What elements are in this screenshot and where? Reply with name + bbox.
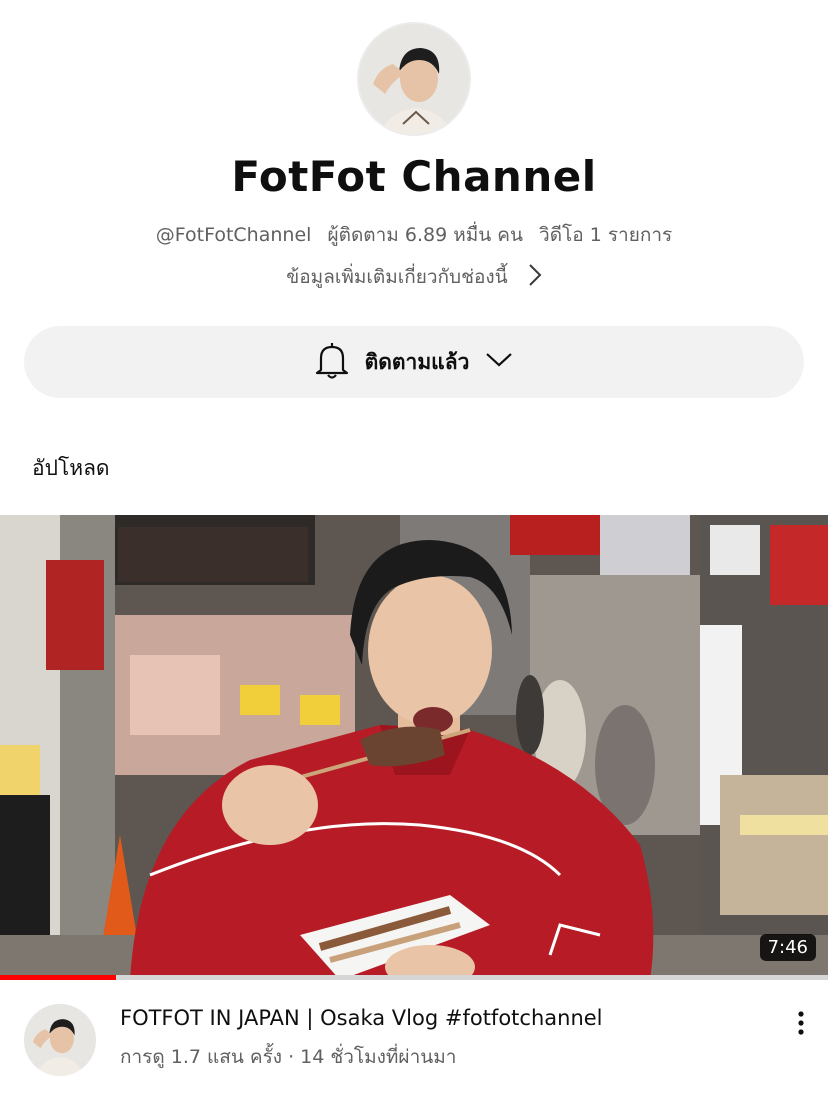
channel-handle: @FotFotChannel — [155, 224, 312, 246]
channel-avatar[interactable] — [357, 22, 471, 136]
video-count: วิดีโอ 1 รายการ — [539, 224, 673, 246]
video-views: การดู 1.7 แสน ครั้ง — [120, 1046, 283, 1068]
video-thumbnail[interactable] — [0, 515, 828, 980]
subscriber-count: ผู้ติดตาม 6.89 หมื่น คน — [327, 224, 523, 246]
video-age: 14 ชั่วโมงที่ผ่านมา — [300, 1046, 457, 1068]
channel-avatar-image — [359, 24, 469, 134]
uploads-section-label: อัปโหลด — [32, 456, 110, 480]
channel-avatar-image — [24, 1004, 96, 1076]
video-duration-badge: 7:46 — [759, 934, 816, 961]
watch-progress-bar — [0, 975, 828, 980]
video-meta: การดู 1.7 แสน ครั้ง · 14 ชั่วโมงที่ผ่านมา — [120, 1042, 456, 1072]
chevron-right-icon — [528, 263, 542, 292]
video-channel-avatar[interactable] — [24, 1004, 96, 1076]
watch-progress-fill — [0, 975, 116, 980]
video-title[interactable]: FOTFOT IN JAPAN | Osaka Vlog #fotfotchan… — [120, 1006, 760, 1030]
thumbnail-image — [0, 515, 828, 980]
chevron-down-icon — [485, 352, 513, 372]
subscribed-button[interactable]: ติดตามแล้ว — [24, 326, 804, 398]
bell-icon — [315, 340, 349, 384]
channel-meta: @FotFotChannel ผู้ติดตาม 6.89 หมื่น คน ว… — [0, 220, 828, 250]
channel-title: FotFot Channel — [231, 152, 597, 201]
more-info-link[interactable]: ข้อมูลเพิ่มเติมเกี่ยวกับช่องนี้ — [0, 262, 828, 292]
more-info-label: ข้อมูลเพิ่มเติมเกี่ยวกับช่องนี้ — [286, 266, 508, 288]
subscribed-label: ติดตามแล้ว — [364, 349, 470, 374]
meta-separator: · — [288, 1046, 295, 1068]
more-options-icon[interactable] — [786, 1008, 816, 1038]
